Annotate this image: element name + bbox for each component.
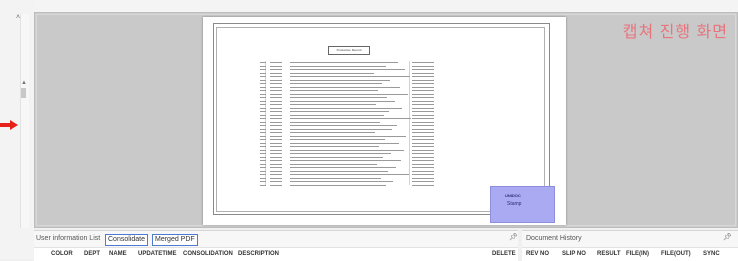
document-table-row [260, 135, 438, 138]
document-table-row [260, 174, 438, 176]
column-header-sync[interactable]: SYNC [703, 251, 720, 257]
document-table-row [260, 65, 438, 68]
document-table-row [260, 156, 438, 159]
document-table-row [260, 139, 438, 141]
pin-icon[interactable]: 📌︎ [509, 233, 518, 241]
approval-stamp: UNIDOC Stamp [490, 186, 555, 223]
document-table-row [260, 93, 438, 96]
document-table-row [260, 132, 438, 134]
document-table-row [260, 118, 438, 120]
document-table-row [260, 184, 438, 187]
document-table-row [260, 160, 438, 162]
document-table-row [260, 90, 438, 92]
document-table-row [260, 79, 438, 82]
document-table-row [260, 146, 438, 148]
document-table-row [260, 107, 438, 110]
document-history-panel: Document History 📌︎ REV NO SLIP NO RESUL… [522, 230, 738, 261]
document-table-row [260, 153, 438, 155]
document-table [260, 62, 438, 192]
column-header-updatetime[interactable]: UPDATETIME [138, 251, 177, 257]
left-scrollbar[interactable] [20, 14, 29, 228]
user-information-panel: User information List Consolidate Merged… [34, 230, 518, 261]
column-header-consolidation[interactable]: CONSOLIDATION [183, 251, 233, 257]
document-page[interactable]: Production Record UNIDOC Stamp [203, 17, 566, 225]
tab-merged-pdf[interactable]: Merged PDF [152, 234, 198, 246]
stamp-logo: UNIDOC [505, 193, 521, 198]
document-table-row [260, 149, 438, 152]
document-table-row [260, 128, 438, 131]
column-header-file-in[interactable]: FILE(IN) [626, 251, 649, 257]
document-table-row [260, 69, 438, 71]
document-table-row [260, 142, 438, 145]
document-table-row [260, 170, 438, 173]
panel-title: Document History [526, 235, 582, 242]
document-table-row [260, 97, 438, 99]
column-header-rev-no[interactable]: REV NO [526, 251, 549, 257]
panel-title: User information List [36, 235, 101, 242]
document-table-row [260, 111, 438, 113]
document-table-row [260, 86, 438, 89]
document-table-row [260, 83, 438, 85]
document-table-row [260, 62, 438, 64]
document-table-row [260, 181, 438, 183]
capture-status-label: 캡쳐 진행 화면 [622, 24, 728, 41]
stamp-text: Stamp [507, 201, 522, 207]
document-table-row [260, 177, 438, 180]
document-table-row [260, 121, 438, 124]
column-header-color[interactable]: COLOR [51, 251, 73, 257]
column-header-result[interactable]: RESULT [597, 251, 621, 257]
column-header-slip-no[interactable]: SLIP NO [562, 251, 586, 257]
column-header-name[interactable]: NAME [109, 251, 127, 257]
document-table-row [260, 72, 438, 75]
document-table-row [260, 76, 438, 78]
document-table-row [260, 114, 438, 117]
document-title-box: Production Record [328, 46, 370, 55]
document-table-row [260, 125, 438, 127]
document-table-row [260, 100, 438, 103]
document-table-row [260, 167, 438, 169]
scroll-up-icon[interactable]: ▲ [21, 80, 27, 86]
column-header-file-out[interactable]: FILE(OUT) [661, 251, 691, 257]
document-table-row [260, 104, 438, 106]
red-arrow-icon [0, 120, 18, 130]
column-header-description[interactable]: DESCRIPTION [238, 251, 279, 257]
column-header-delete[interactable]: DELETE [492, 251, 516, 257]
column-header-dept[interactable]: DEPT [84, 251, 100, 257]
pin-icon[interactable]: 📌︎ [723, 233, 732, 241]
document-table-row [260, 163, 438, 166]
scrollbar-thumb[interactable] [21, 88, 26, 98]
tab-consolidate[interactable]: Consolidate [105, 234, 148, 246]
